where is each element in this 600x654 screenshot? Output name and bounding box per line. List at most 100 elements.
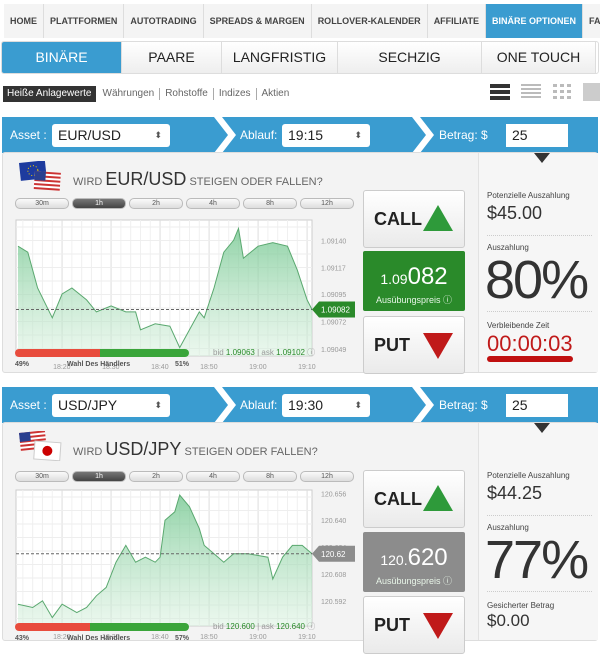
call-button[interactable]: CALL <box>363 470 465 528</box>
list-large-icon[interactable] <box>490 83 510 101</box>
ask-label: ask <box>261 622 274 631</box>
ask-value: 120.640 <box>276 622 305 631</box>
potential-payout-label: Potenzielle Auszahlung <box>487 191 570 200</box>
asset-select[interactable]: EUR/USD ⬍ <box>52 124 170 147</box>
put-label: PUT <box>374 615 410 635</box>
subnav-tab[interactable]: ONE TOUCH <box>482 42 596 73</box>
list-compact-icon[interactable] <box>521 83 541 101</box>
asset-value: USD/JPY <box>58 397 118 413</box>
strike-price-box: 1.09082 Ausübungspreis ⓘ <box>363 251 465 311</box>
option-config-bar: Asset : USD/JPY ⬍ Ablauf: 19:30 ⬍ Betrag: $ 25 <box>2 387 598 423</box>
payout-column: Potenzielle Auszahlung $44.25 Auszahlung 77… <box>478 423 598 640</box>
call-label: CALL <box>374 209 422 229</box>
chevron-divider <box>214 117 236 153</box>
asset-filters: Heiße Anlagewerte Währungen Rohstoffe Indiz… <box>3 86 294 102</box>
pointer-icon <box>534 423 550 433</box>
amount-label: Betrag: $ <box>439 398 488 412</box>
info-icon[interactable]: ⓘ <box>307 348 315 357</box>
strike-price-digits: 082 <box>407 263 448 290</box>
nav-item[interactable]: BINÄRE OPTIONEN <box>486 4 584 38</box>
x-tick-label: 19:10 <box>298 364 316 371</box>
info-icon[interactable]: ⓘ <box>443 576 452 586</box>
subnav-tab[interactable]: SECHZIG SEKUNDEN <box>338 42 482 73</box>
sub-nav: BINÄRE OPTIONENPAARELANGFRISTIGSECHZIG S… <box>1 41 599 74</box>
bid-ask: bid 1.09063 | ask 1.09102 ⓘ <box>213 348 316 357</box>
x-tick-label: 19:00 <box>249 364 267 371</box>
amount-label: Betrag: $ <box>439 128 488 142</box>
y-tick-label: 1.09049 <box>321 347 346 354</box>
secured-amount: $0.00 <box>487 611 530 630</box>
arrow-down-icon <box>422 331 454 366</box>
countdown-timer: 00:00:03 <box>487 331 573 356</box>
trader-sentiment-bar <box>15 623 189 631</box>
divider <box>487 515 592 516</box>
info-icon[interactable]: ⓘ <box>307 622 315 631</box>
strike-price: 120.620 <box>363 544 465 572</box>
arrow-up-icon <box>422 483 454 518</box>
select-arrows-icon: ⬍ <box>154 130 162 140</box>
strike-label: Ausübungspreis ⓘ <box>363 574 465 587</box>
pointer-icon <box>534 153 550 163</box>
nav-item[interactable]: FAQ <box>583 4 600 38</box>
third-label: Verbleibende Zeit <box>487 321 550 330</box>
y-tick-label: 1.09072 <box>321 319 346 326</box>
x-tick-label: 18:50 <box>200 634 218 641</box>
nav-item[interactable]: AFFILIATE <box>427 4 487 38</box>
chevron-divider <box>412 387 434 423</box>
x-tick-label: 18:50 <box>200 364 218 371</box>
nav-item[interactable]: ROLLOVER-KALENDER <box>311 4 428 38</box>
filter-tab[interactable]: Aktien <box>257 88 295 100</box>
expiry-select[interactable]: 19:30 ⬍ <box>282 394 370 417</box>
subnav-tab[interactable]: LANGFRISTIG <box>222 42 338 73</box>
option-panel: WIRD USD/JPY STEIGEN ODER FALLEN? 30m 1h 2h… <box>2 422 598 654</box>
time-remaining-bar <box>487 356 573 362</box>
sentiment-call-fill <box>100 349 189 357</box>
amount-value: 25 <box>512 397 528 413</box>
x-tick-label: 19:00 <box>249 634 267 641</box>
asset-select[interactable]: USD/JPY ⬍ <box>52 394 170 417</box>
tile-icon[interactable] <box>583 83 600 101</box>
expiry-select[interactable]: 19:15 ⬍ <box>282 124 370 147</box>
arrow-up-icon <box>422 203 454 238</box>
potential-payout-value: $44.25 <box>487 483 543 503</box>
filter-tab[interactable]: Rohstoffe <box>160 88 214 100</box>
strike-price-prefix: 1.09 <box>380 271 408 287</box>
payout-percent: 80% <box>485 250 589 310</box>
call-button[interactable]: CALL <box>363 190 465 248</box>
select-arrows-icon: ⬍ <box>354 130 362 140</box>
sentiment-put-pct: 49% <box>15 361 30 368</box>
expiry-label: Ablauf: <box>240 398 278 412</box>
sentiment-call-pct: 51% <box>175 361 190 368</box>
nav-item[interactable]: SPREADS & MARGEN <box>203 4 312 38</box>
expiry-value: 19:30 <box>288 397 324 413</box>
nav-item[interactable]: HOME <box>4 4 44 38</box>
info-icon[interactable]: ⓘ <box>443 295 452 305</box>
strike-price: 1.09082 <box>363 263 465 291</box>
put-button[interactable]: PUT <box>363 316 465 374</box>
filter-tab[interactable]: Indizes <box>214 88 257 100</box>
amount-input[interactable]: 25 <box>506 394 568 417</box>
filter-tab[interactable]: Währungen <box>98 88 161 100</box>
y-tick-label: 120.592 <box>321 599 346 606</box>
bid-label: bid <box>213 348 224 357</box>
divider <box>487 591 592 592</box>
subnav-tab[interactable]: PAARE <box>122 42 222 73</box>
bid-label: bid <box>213 622 224 631</box>
price-tag-label: 1.09082 <box>321 305 350 314</box>
amount-input[interactable]: 25 <box>506 124 568 147</box>
amount-value: 25 <box>512 127 528 143</box>
nav-item[interactable]: AUTOTRADING <box>124 4 204 38</box>
strike-price-prefix: 120. <box>380 552 408 568</box>
x-tick-label: 19:10 <box>298 634 316 641</box>
payout-percent: 77% <box>485 530 589 590</box>
strike-price-box: 120.620 Ausübungspreis ⓘ <box>363 532 465 592</box>
x-tick-label: 18:40 <box>151 634 169 641</box>
sentiment-put-fill <box>15 623 90 631</box>
y-tick-label: 120.656 <box>321 491 346 498</box>
nav-item[interactable]: PLATTFORMEN <box>44 4 125 38</box>
grid-icon[interactable] <box>552 83 572 101</box>
asset-value: EUR/USD <box>58 127 122 143</box>
filter-tab[interactable]: Heiße Anlagewerte <box>3 86 96 102</box>
put-button[interactable]: PUT <box>363 596 465 654</box>
subnav-tab[interactable]: BINÄRE OPTIONEN <box>2 42 122 73</box>
